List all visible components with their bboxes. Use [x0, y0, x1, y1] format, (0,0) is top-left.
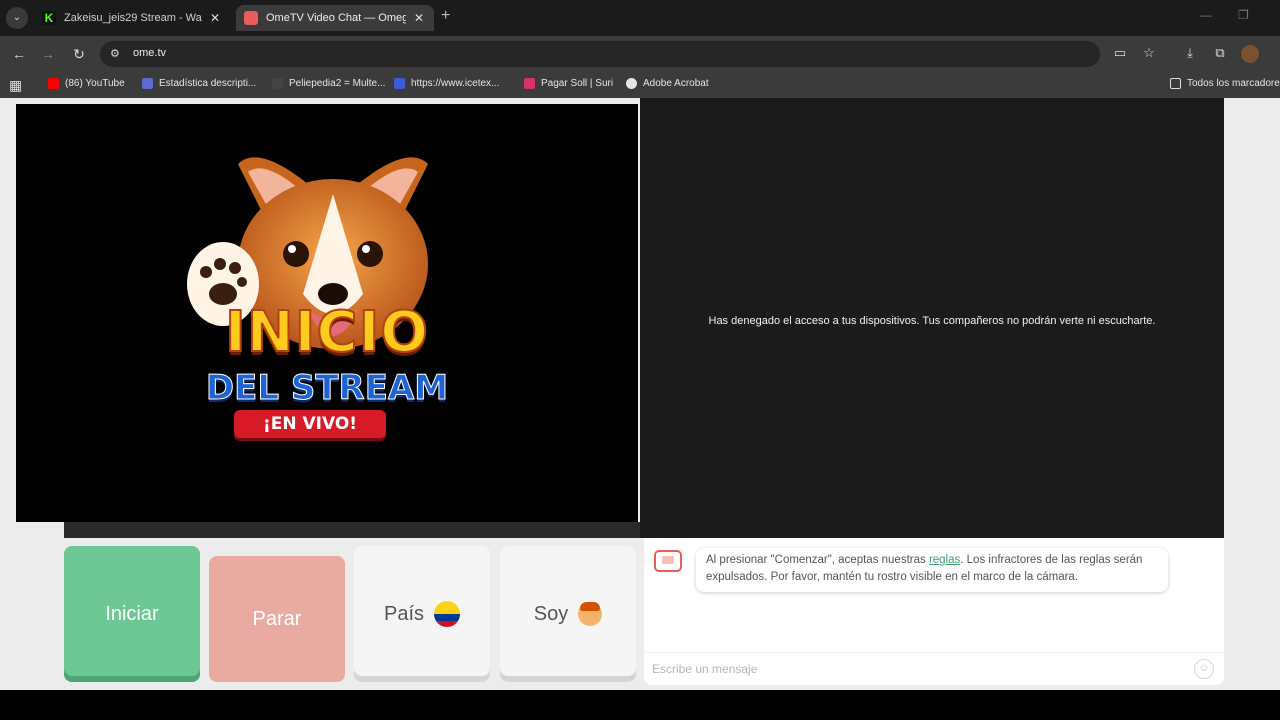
- bookmarks-bar: ▦ (86) YouTube Estadística descripti... …: [0, 72, 1280, 98]
- stop-label: Parar: [252, 607, 302, 630]
- bookmark-peliepedia[interactable]: Peliepedia2 = Multe...: [272, 78, 385, 89]
- kick-icon: K: [42, 11, 56, 25]
- video-gutter: [64, 522, 640, 538]
- bookmark-label: https://www.icetex...: [411, 78, 500, 89]
- start-label: Iniciar: [105, 602, 159, 625]
- rules-link[interactable]: reglas: [929, 554, 960, 566]
- bookmark-icon: [524, 78, 535, 89]
- bookmark-label: Peliepedia2 = Multe...: [289, 78, 386, 89]
- profile-avatar[interactable]: [1241, 45, 1259, 63]
- extensions-icon[interactable]: ⧉: [1211, 45, 1229, 61]
- film-icon: [272, 78, 283, 89]
- minimize-icon[interactable]: —: [1200, 8, 1212, 22]
- browser-tab-strip: ⌄ K Zakeisu_jeis29 Stream - Wat... ✕ Ome…: [0, 0, 1280, 36]
- partner-video-panel: Has denegado el acceso a tus dispositivo…: [640, 98, 1224, 538]
- emoji-icon[interactable]: ☺: [1194, 659, 1214, 679]
- bookmark-label: Adobe Acrobat: [643, 78, 709, 89]
- restore-icon[interactable]: ❐: [1238, 8, 1249, 22]
- back-icon[interactable]: ←: [9, 44, 29, 64]
- bookmark-label: Todos los marcadores: [1187, 78, 1280, 89]
- globe-icon: [394, 78, 405, 89]
- ometv-logo-icon: [654, 550, 682, 572]
- bookmark-all-folder[interactable]: Todos los marcadores: [1170, 78, 1280, 89]
- bookmark-pagar[interactable]: Pagar Soll | Suri: [524, 78, 613, 89]
- address-bar[interactable]: ⚙ ome.tv: [100, 41, 1100, 67]
- browser-toolbar: ← → ↻ ⚙ ome.tv ▭ ☆ ⤓ ⧉: [0, 36, 1280, 72]
- chat-input-row: ☺: [644, 652, 1224, 685]
- country-label: País: [383, 602, 425, 625]
- gender-button[interactable]: Soy: [500, 546, 636, 682]
- reload-icon[interactable]: ↻: [69, 44, 89, 64]
- ometv-icon: [244, 11, 258, 25]
- new-tab-button[interactable]: +: [441, 7, 450, 25]
- bookmark-icetex[interactable]: https://www.icetex...: [394, 78, 499, 89]
- bookmark-youtube[interactable]: (86) YouTube: [48, 78, 125, 89]
- tab-ometv[interactable]: OmeTV Video Chat — Omegle... ✕: [236, 5, 434, 31]
- folder-icon: [1170, 78, 1181, 89]
- colombia-flag-icon: [434, 601, 461, 627]
- tab-kick-stream[interactable]: K Zakeisu_jeis29 Stream - Wat... ✕: [34, 5, 230, 31]
- bookmark-star-icon[interactable]: ☆: [1140, 45, 1158, 61]
- bookmark-estadistica[interactable]: Estadística descripti...: [142, 78, 256, 89]
- live-ribbon: ¡EN VIVO!: [234, 410, 386, 438]
- close-tab-icon[interactable]: ✕: [412, 11, 426, 25]
- me-label: Soy: [533, 602, 569, 625]
- notice-text: Al presionar "Comenzar", aceptas nuestra…: [706, 554, 929, 566]
- ometv-page: INICIO DEL STREAM ¡EN VIVO! Has denegado…: [0, 98, 1280, 690]
- cast-icon[interactable]: ▭: [1111, 45, 1129, 61]
- start-button[interactable]: Iniciar: [64, 546, 200, 682]
- bookmark-label: Estadística descripti...: [159, 78, 257, 89]
- download-icon[interactable]: ⤓: [1181, 45, 1199, 61]
- acrobat-icon: [626, 78, 637, 89]
- chat-panel: Al presionar "Comenzar", aceptas nuestra…: [644, 538, 1224, 685]
- apps-grid-icon[interactable]: ▦: [9, 77, 22, 94]
- stream-title-line2: DEL STREAM: [205, 368, 449, 409]
- rules-notice: Al presionar "Comenzar", aceptas nuestra…: [696, 548, 1168, 592]
- youtube-icon: [48, 78, 59, 89]
- stop-button[interactable]: Parar: [209, 556, 345, 682]
- url-text: ome.tv: [133, 47, 167, 59]
- stream-title-line1: INICIO: [224, 299, 430, 366]
- bookmark-acrobat[interactable]: Adobe Acrobat: [626, 78, 709, 89]
- taskbar-strip: [0, 690, 1280, 720]
- forward-icon[interactable]: →: [38, 44, 58, 64]
- close-tab-icon[interactable]: ✕: [208, 11, 222, 25]
- chat-message-input[interactable]: [652, 659, 1182, 679]
- tab-title: Zakeisu_jeis29 Stream - Wat...: [64, 12, 202, 24]
- site-info-icon[interactable]: ⚙: [110, 47, 120, 60]
- bookmark-label: Pagar Soll | Suri: [541, 78, 614, 89]
- person-face-icon: [578, 602, 603, 626]
- tab-title: OmeTV Video Chat — Omegle...: [266, 12, 406, 24]
- country-button[interactable]: País: [354, 546, 490, 682]
- tab-search-icon[interactable]: ⌄: [6, 7, 28, 29]
- doc-icon: [142, 78, 153, 89]
- bookmark-label: (86) YouTube: [65, 78, 125, 89]
- device-denied-message: Has denegado el acceso a tus dispositivo…: [708, 315, 1156, 327]
- own-video-feed: INICIO DEL STREAM ¡EN VIVO!: [16, 104, 638, 522]
